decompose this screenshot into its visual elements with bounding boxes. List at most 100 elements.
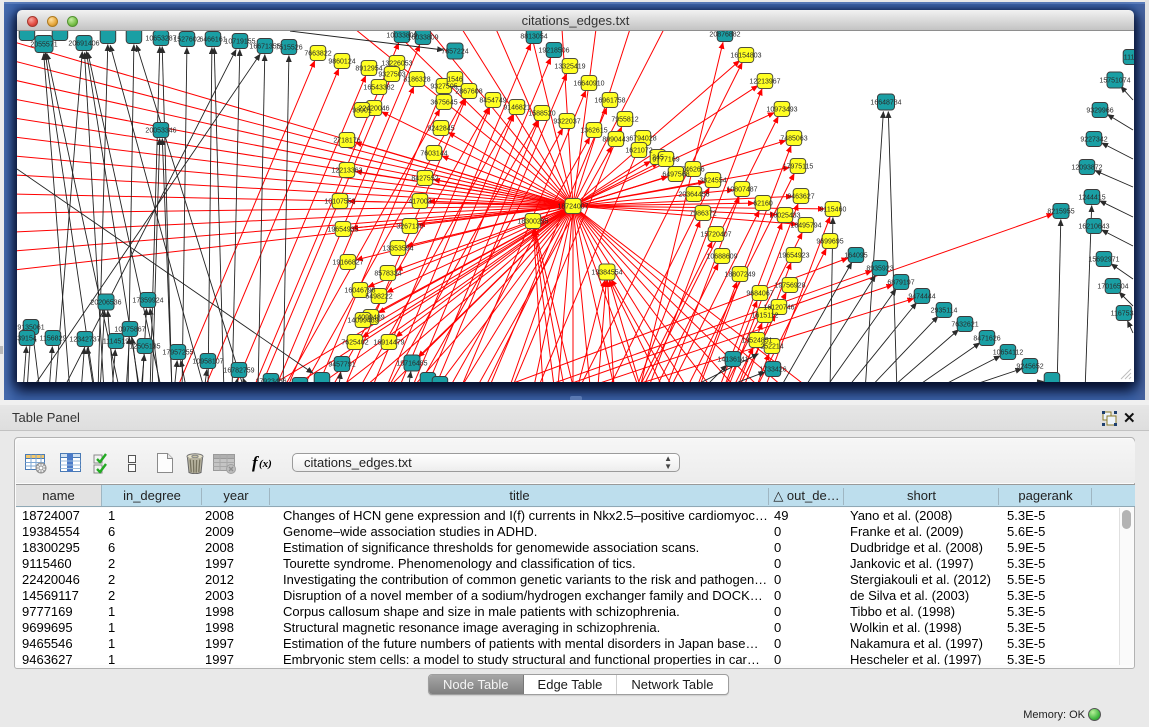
svg-text:17957255: 17957255	[162, 350, 193, 357]
svg-text:16640910: 16640910	[573, 81, 604, 88]
svg-text:17923466: 17923466	[255, 379, 286, 383]
svg-text:7603144: 7603144	[420, 151, 447, 158]
svg-text:7955812: 7955812	[611, 117, 638, 124]
svg-text:19716485: 19716485	[396, 361, 427, 368]
svg-text:17975115: 17975115	[783, 164, 814, 171]
svg-text:16648784: 16648784	[870, 100, 901, 107]
svg-text:1615112: 1615112	[752, 313, 779, 320]
svg-text:10653287: 10653287	[145, 36, 176, 43]
svg-text:9699695: 9699695	[816, 239, 843, 246]
svg-text:1167533: 1167533	[1111, 311, 1134, 318]
svg-text:14136141: 14136141	[717, 357, 748, 364]
svg-text:1362615: 1362615	[580, 128, 607, 135]
svg-text:10107553: 10107553	[324, 199, 355, 206]
svg-text:9684067: 9684067	[746, 291, 773, 298]
svg-text:14099489: 14099489	[347, 318, 378, 325]
svg-text:7663822: 7663822	[304, 51, 331, 58]
svg-text:19654935: 19654935	[327, 227, 358, 234]
svg-text:9457791: 9457791	[328, 362, 355, 369]
svg-text:17359924: 17359924	[132, 298, 163, 305]
svg-text:8813054: 8813054	[520, 34, 547, 41]
svg-text:2867608: 2867608	[455, 89, 482, 96]
svg-text:9227342: 9227342	[1080, 137, 1107, 144]
svg-text:6879197: 6879197	[887, 280, 914, 287]
svg-text:3267130: 3267130	[396, 224, 423, 231]
svg-text:6794028: 6794028	[629, 136, 656, 143]
svg-text:19218506: 19218506	[538, 48, 569, 55]
svg-text:16033809: 16033809	[407, 35, 438, 42]
svg-text:15720407: 15720407	[700, 232, 731, 239]
svg-text:8454749: 8454749	[479, 98, 506, 105]
svg-text:10688609: 10688609	[706, 254, 737, 261]
svg-text:9463627: 9463627	[787, 194, 814, 201]
svg-text:19756928: 19756928	[774, 283, 805, 290]
svg-text:9860124: 9860124	[328, 59, 355, 66]
svg-text:17016504: 17016504	[1097, 284, 1128, 291]
svg-text:9777169: 9777169	[652, 157, 679, 164]
svg-text:13353594: 13353594	[382, 246, 413, 253]
svg-text:12213967: 12213967	[749, 79, 780, 86]
svg-text:8186328: 8186328	[403, 77, 430, 84]
svg-text:10025433: 10025433	[769, 213, 800, 220]
svg-text:1527602: 1527602	[173, 37, 200, 44]
svg-text:9242845: 9242845	[427, 126, 454, 133]
svg-text:9327503: 9327503	[378, 72, 405, 79]
svg-text:9245652: 9245652	[1016, 364, 1043, 371]
svg-text:7632621: 7632621	[951, 322, 978, 329]
svg-text:19654923: 19654923	[778, 253, 809, 260]
svg-text:164095: 164095	[844, 253, 867, 260]
svg-text:16961758: 16961758	[594, 98, 625, 105]
svg-text:417003: 417003	[408, 199, 431, 206]
svg-text:7986372: 7986372	[689, 211, 716, 218]
svg-text:16120746: 16120746	[763, 305, 794, 312]
svg-text:3675645: 3675645	[430, 100, 457, 107]
svg-text:9329966: 9329966	[1086, 108, 1113, 115]
svg-text:6497568: 6497568	[662, 172, 689, 179]
svg-text:7485063: 7485063	[780, 136, 807, 143]
svg-text:9146821: 9146821	[503, 105, 530, 112]
svg-text:39154: 39154	[17, 336, 37, 343]
svg-text:10807487: 10807487	[726, 187, 757, 194]
svg-text:20691406: 20691406	[68, 41, 99, 48]
svg-text:9322037: 9322037	[553, 119, 580, 126]
svg-text:2055571: 2055571	[30, 42, 57, 49]
svg-text:12213363: 12213363	[331, 168, 362, 175]
svg-text:16914479: 16914479	[373, 340, 404, 347]
svg-text:252214: 252214	[760, 344, 783, 351]
svg-text:7857224: 7857224	[441, 49, 468, 56]
svg-text:10654112: 10654112	[993, 350, 1024, 357]
svg-text:98901: 98901	[352, 108, 372, 115]
svg-text:62160: 62160	[753, 201, 773, 208]
svg-text:10973493: 10973493	[766, 107, 797, 114]
svg-text:8578334: 8578334	[374, 271, 401, 278]
svg-text:16782759: 16782759	[223, 368, 254, 375]
svg-text:20364456: 20364456	[678, 192, 709, 199]
svg-text:3824554: 3824554	[699, 178, 726, 185]
svg-text:16543382: 16543382	[363, 85, 394, 92]
svg-text:8427552: 8427552	[411, 176, 438, 183]
svg-text:5498222: 5498222	[365, 294, 392, 301]
svg-text:13325419: 13325419	[554, 64, 585, 71]
svg-text:19384554: 19384554	[591, 270, 622, 277]
svg-text:18300295: 18300295	[517, 219, 548, 226]
svg-text:8935923: 8935923	[866, 266, 893, 273]
svg-text:12342737: 12342737	[69, 337, 100, 344]
svg-text:1156829: 1156829	[40, 336, 67, 343]
svg-text:18807249: 18807249	[724, 272, 755, 279]
svg-text:19166827: 19166827	[332, 260, 363, 267]
svg-text:15692971: 15692971	[1088, 257, 1119, 264]
svg-text:20053346: 20053346	[145, 128, 176, 135]
svg-text:12505135: 12505135	[129, 344, 160, 351]
svg-text:1733426: 1733426	[759, 367, 786, 374]
svg-text:10975867: 10975867	[114, 327, 145, 334]
svg-text:16210643: 16210643	[1078, 224, 1109, 231]
svg-text:9115460: 9115460	[820, 207, 847, 214]
svg-text:18495794: 18495794	[790, 223, 821, 230]
svg-text:2935114: 2935114	[931, 308, 958, 315]
svg-text:1588520: 1588520	[528, 111, 555, 118]
svg-text:1244415: 1244415	[1078, 195, 1105, 202]
svg-text:8471626: 8471626	[973, 336, 1000, 343]
svg-text:6466161: 6466161	[199, 37, 226, 44]
svg-text:20876882: 20876882	[709, 32, 740, 39]
svg-text:10958107: 10958107	[192, 359, 223, 366]
